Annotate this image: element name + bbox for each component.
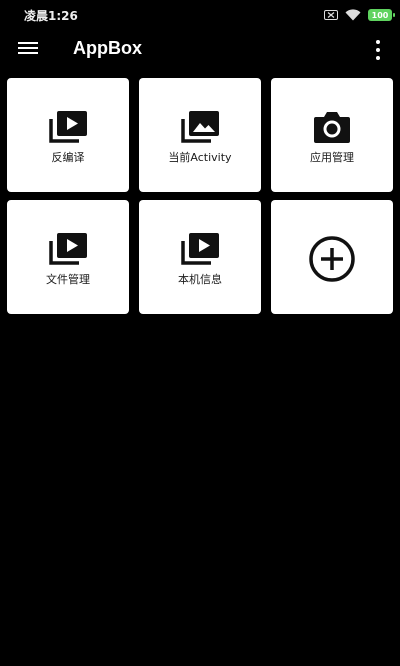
tile-add[interactable] xyxy=(271,200,393,314)
app-title: AppBox xyxy=(73,38,142,58)
video-library-icon xyxy=(48,232,88,266)
more-vert-icon[interactable] xyxy=(374,40,382,60)
status-icons: 100 xyxy=(324,8,395,22)
tile-decompile[interactable]: 反编译 xyxy=(7,78,129,192)
video-library-icon xyxy=(48,110,88,144)
wifi-icon xyxy=(345,9,361,21)
tile-file-manager[interactable]: 文件管理 xyxy=(7,200,129,314)
photo-library-icon xyxy=(180,110,220,144)
status-bar: 凌晨1:26 100 xyxy=(0,0,400,30)
battery-icon: 100 xyxy=(368,9,395,21)
app-bar: AppBox xyxy=(0,30,400,70)
video-library-icon xyxy=(180,232,220,266)
status-time: 凌晨1:26 xyxy=(24,9,78,23)
tile-label: 应用管理 xyxy=(310,151,354,164)
camera-icon xyxy=(312,110,352,144)
add-circle-icon xyxy=(309,236,355,282)
sim-off-icon xyxy=(324,10,338,20)
tile-label: 本机信息 xyxy=(178,273,222,286)
tile-label: 反编译 xyxy=(51,151,85,164)
battery-level: 100 xyxy=(371,10,389,20)
tile-label: 当前Activity xyxy=(168,151,232,164)
tile-app-manager[interactable]: 应用管理 xyxy=(271,78,393,192)
tile-label: 文件管理 xyxy=(46,273,90,286)
tile-device-info[interactable]: 本机信息 xyxy=(139,200,261,314)
menu-icon[interactable] xyxy=(18,40,38,56)
tile-current-activity[interactable]: 当前Activity xyxy=(139,78,261,192)
